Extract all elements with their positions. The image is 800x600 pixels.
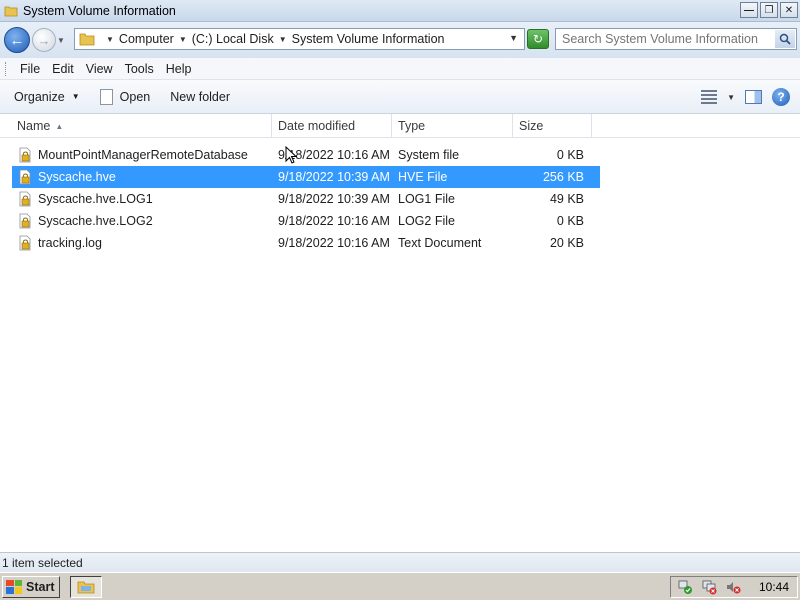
column-type-label: Type [398, 119, 426, 133]
new-folder-button[interactable]: New folder [164, 90, 236, 104]
chevron-down-icon[interactable]: ▼ [106, 35, 114, 44]
forward-button[interactable]: → [32, 28, 56, 52]
file-type: Text Document [398, 236, 482, 250]
command-bar: Organize ▼ Open New folder ▼ ? [0, 80, 800, 114]
chevron-down-icon[interactable]: ▼ [727, 93, 735, 102]
file-name: Syscache.hve.LOG1 [38, 192, 153, 206]
start-label: Start [26, 579, 55, 594]
sort-ascending-icon: ▲ [55, 121, 64, 131]
address-bar[interactable]: ▼ Computer ▼ (C:) Local Disk ▼ System Vo… [74, 28, 525, 50]
file-row[interactable]: MountPointManagerRemoteDatabase 9/18/202… [0, 144, 800, 166]
file-name: tracking.log [38, 236, 102, 250]
network-ok-icon[interactable] [677, 579, 693, 595]
maximize-button[interactable]: ❐ [760, 2, 778, 18]
file-size: 0 KB [556, 214, 584, 228]
column-name-label: Name [17, 119, 51, 133]
column-header-name[interactable]: Name ▲ [0, 114, 272, 138]
search-box[interactable] [555, 28, 797, 50]
taskbar: Start 10:44 [0, 572, 800, 600]
start-button[interactable]: Start [2, 575, 61, 598]
file-name: Syscache.hve.LOG2 [38, 214, 153, 228]
menu-edit[interactable]: Edit [46, 62, 80, 76]
file-row[interactable]: tracking.log 9/18/2022 10:16 AM Text Doc… [0, 232, 800, 254]
column-header-size[interactable]: Size [513, 114, 592, 138]
volume-muted-icon[interactable] [725, 579, 741, 595]
file-date: 9/18/2022 10:16 AM [278, 214, 390, 228]
status-bar: 1 item selected [0, 552, 800, 572]
chevron-down-icon[interactable]: ▼ [279, 35, 287, 44]
clock[interactable]: 10:44 [759, 580, 789, 594]
file-size: 256 KB [542, 170, 584, 184]
search-icon[interactable] [775, 30, 795, 48]
menu-file[interactable]: File [14, 62, 46, 76]
column-header-date[interactable]: Date modified [272, 114, 392, 138]
folder-icon [78, 581, 95, 593]
locked-file-icon [19, 169, 31, 185]
address-row: ← → ▼ ▼ Computer ▼ (C:) Local Disk ▼ Sys… [0, 22, 800, 58]
breadcrumb-current-folder[interactable]: System Volume Information [292, 32, 445, 46]
locked-file-icon [19, 235, 31, 251]
file-size: 20 KB [549, 236, 584, 250]
file-row[interactable]: Syscache.hve.LOG1 9/18/2022 10:39 AM LOG… [0, 188, 800, 210]
column-size-label: Size [519, 119, 544, 133]
taskbar-explorer-button[interactable] [70, 575, 103, 598]
file-date: 9/18/2022 10:39 AM [278, 192, 390, 206]
menu-grip [5, 61, 8, 76]
file-type: LOG1 File [398, 192, 455, 206]
preview-pane-icon[interactable] [745, 90, 762, 104]
breadcrumb-computer[interactable]: Computer [119, 32, 174, 46]
folder-icon [79, 33, 95, 46]
file-date: 9/18/2022 10:16 AM [278, 236, 390, 250]
views-icon[interactable] [701, 90, 718, 104]
window-title: System Volume Information [23, 3, 176, 18]
file-row[interactable]: Syscache.hve.LOG2 9/18/2022 10:16 AM LOG… [0, 210, 800, 232]
chevron-down-icon[interactable]: ▼ [179, 35, 187, 44]
file-name: MountPointManagerRemoteDatabase [38, 148, 248, 162]
windows-logo-icon [6, 579, 22, 594]
recent-pages-dropdown[interactable]: ▼ [57, 36, 67, 45]
column-date-label: Date modified [278, 119, 356, 133]
menu-help[interactable]: Help [160, 62, 198, 76]
locked-file-icon [19, 213, 31, 229]
file-type: LOG2 File [398, 214, 455, 228]
file-size: 49 KB [549, 192, 584, 206]
locked-file-icon [19, 191, 31, 207]
title-bar[interactable]: System Volume Information — ❐ ✕ [0, 0, 800, 22]
folder-icon [4, 6, 18, 16]
menu-view[interactable]: View [80, 62, 119, 76]
organize-label: Organize [14, 89, 65, 104]
back-button[interactable]: ← [4, 27, 30, 53]
mouse-cursor-icon [285, 146, 297, 164]
document-icon [99, 88, 113, 105]
search-input[interactable] [562, 30, 772, 48]
file-date: 9/18/2022 10:39 AM [278, 170, 390, 184]
column-header-type[interactable]: Type [392, 114, 513, 138]
locked-file-icon [19, 147, 31, 163]
open-button[interactable]: Open [94, 88, 157, 105]
close-button[interactable]: ✕ [780, 2, 798, 18]
menu-tools[interactable]: Tools [119, 62, 160, 76]
network-disconnected-icon[interactable] [701, 579, 717, 595]
breadcrumb-local-disk[interactable]: (C:) Local Disk [192, 32, 274, 46]
file-list: MountPointManagerRemoteDatabase 9/18/202… [0, 144, 800, 254]
organize-button[interactable]: Organize ▼ [8, 90, 86, 104]
menu-bar: File Edit View Tools Help [0, 58, 800, 80]
column-headers: Name ▲ Date modified Type Size [0, 114, 800, 138]
help-icon[interactable]: ? [772, 88, 790, 106]
file-type: HVE File [398, 170, 448, 184]
file-name: Syscache.hve [38, 170, 116, 184]
chevron-down-icon: ▼ [71, 92, 80, 101]
minimize-button[interactable]: — [740, 2, 758, 18]
address-dropdown-icon[interactable]: ▼ [509, 33, 518, 43]
refresh-button[interactable]: ↻ [527, 29, 549, 49]
open-label: Open [119, 89, 151, 104]
file-row-selected[interactable]: Syscache.hve 9/18/2022 10:39 AM HVE File… [12, 166, 600, 188]
new-folder-label: New folder [170, 89, 230, 104]
system-tray: 10:44 [669, 576, 798, 598]
file-type: System file [398, 148, 460, 162]
file-size: 0 KB [556, 148, 584, 162]
status-text: 1 item selected [2, 555, 83, 570]
